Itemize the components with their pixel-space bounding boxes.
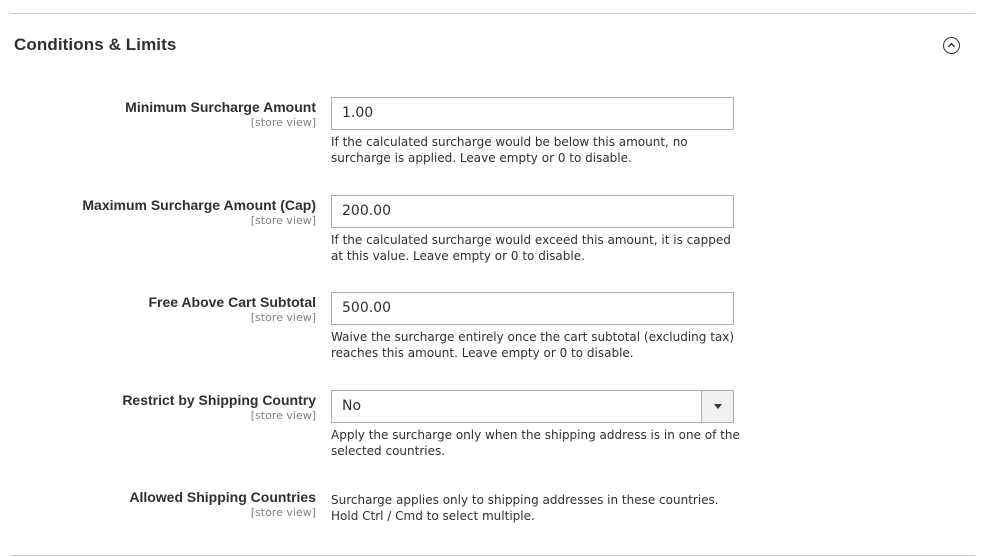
field-label: Allowed Shipping Countries xyxy=(129,489,316,505)
section-title[interactable]: Conditions & Limits xyxy=(14,35,176,55)
field-note: Waive the surcharge entirely once the ca… xyxy=(331,330,735,360)
field-label-group: Minimum Surcharge Amount [store view] xyxy=(0,99,316,129)
dropdown-toggle[interactable] xyxy=(701,390,734,423)
scope-label: [store view] xyxy=(250,214,316,227)
field-control: Surcharge applies only to shipping addre… xyxy=(331,488,734,524)
field-label: Free Above Cart Subtotal xyxy=(148,294,316,310)
field-control: 200.00 If the calculated surcharge would… xyxy=(331,195,734,264)
field-control: 500.00 Waive the surcharge entirely once… xyxy=(331,292,734,361)
field-note: If the calculated surcharge would exceed… xyxy=(331,233,731,263)
scope-label: [store view] xyxy=(250,409,316,422)
restrict-country-select[interactable]: No xyxy=(331,390,734,423)
scope-label: [store view] xyxy=(250,311,316,324)
collapse-section-button[interactable] xyxy=(943,37,960,54)
field-label-group: Restrict by Shipping Country [store view… xyxy=(0,392,316,422)
field-label: Maximum Surcharge Amount (Cap) xyxy=(82,197,316,213)
field-label-group: Allowed Shipping Countries [store view] xyxy=(0,489,316,519)
chevron-up-icon xyxy=(947,42,956,48)
section-bottom-divider xyxy=(10,555,975,556)
minimum-surcharge-input[interactable]: 1.00 xyxy=(331,97,734,130)
maximum-surcharge-input[interactable]: 200.00 xyxy=(331,195,734,228)
scope-label: [store view] xyxy=(250,506,316,519)
field-label-group: Free Above Cart Subtotal [store view] xyxy=(0,294,316,324)
free-above-subtotal-input[interactable]: 500.00 xyxy=(331,292,734,325)
scope-label: [store view] xyxy=(250,116,316,129)
field-control: 1.00 If the calculated surcharge would b… xyxy=(331,97,734,166)
chevron-down-icon xyxy=(713,404,722,409)
field-control: No Apply the surcharge only when the shi… xyxy=(331,390,740,459)
field-label: Minimum Surcharge Amount xyxy=(125,99,316,115)
field-note: Apply the surcharge only when the shippi… xyxy=(331,428,740,458)
field-note: Surcharge applies only to shipping addre… xyxy=(331,493,719,523)
section-top-divider xyxy=(10,13,975,14)
select-value[interactable]: No xyxy=(331,390,734,423)
field-label-group: Maximum Surcharge Amount (Cap) [store vi… xyxy=(0,197,316,227)
field-label: Restrict by Shipping Country xyxy=(122,392,316,408)
field-note: If the calculated surcharge would be bel… xyxy=(331,135,688,165)
